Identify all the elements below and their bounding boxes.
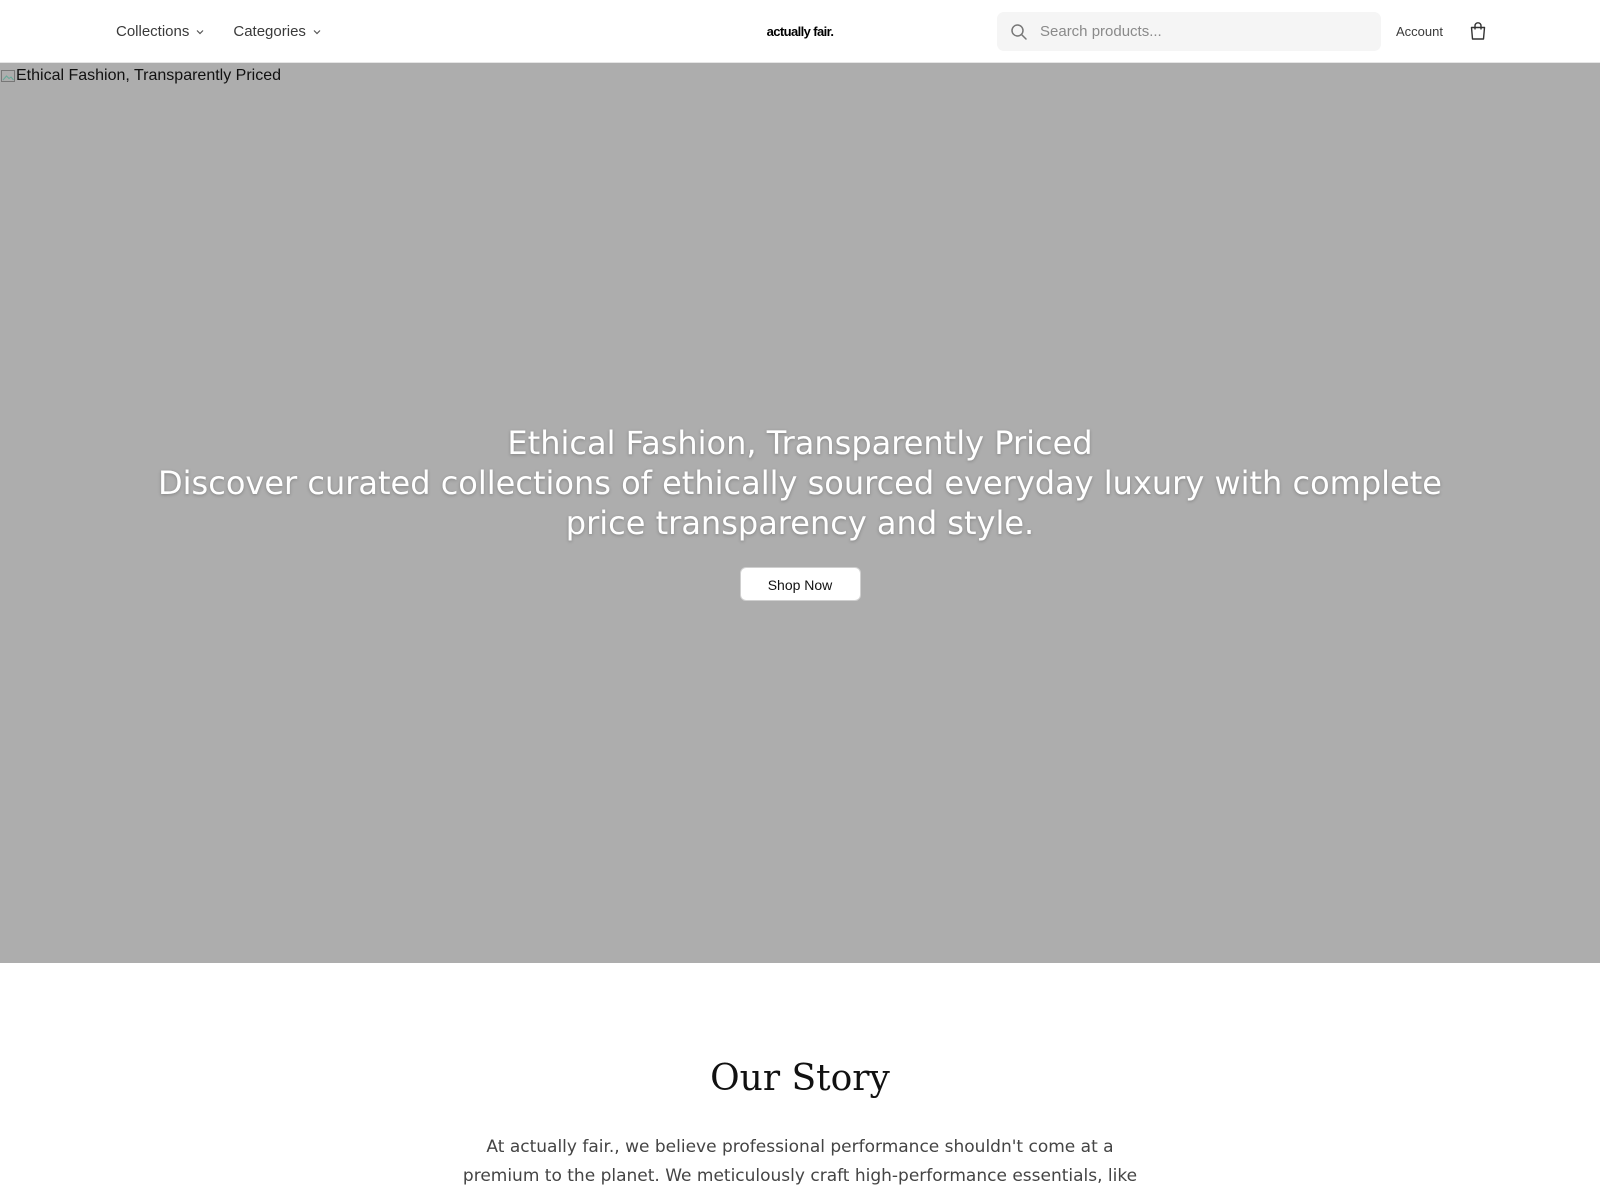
search-bar[interactable] — [997, 12, 1381, 51]
hero-image: Ethical Fashion, Transparently Priced — [0, 67, 281, 85]
chevron-down-icon — [196, 29, 204, 34]
site-logo[interactable]: actually fair. — [767, 24, 834, 39]
search-icon — [1011, 23, 1027, 40]
hero-title: Ethical Fashion, Transparently Priced — [507, 424, 1093, 462]
story-text: At actually fair., we believe profession… — [462, 1137, 1138, 1186]
hero-section: Ethical Fashion, Transparently Priced Et… — [0, 63, 1600, 963]
shopping-bag-icon[interactable] — [1468, 21, 1488, 41]
main-nav: Collections Categories — [116, 0, 322, 63]
broken-image-icon — [1, 70, 15, 82]
nav-collections-label: Collections — [116, 23, 190, 40]
hero-image-alt: Ethical Fashion, Transparently Priced — [16, 67, 282, 84]
shop-now-button[interactable]: Shop Now — [739, 567, 861, 601]
nav-categories-label: Categories — [233, 23, 306, 40]
hero-subtitle: Discover curated collections of ethicall… — [158, 464, 1442, 542]
nav-categories[interactable]: Categories — [233, 23, 322, 40]
account-link[interactable]: Account — [1396, 0, 1443, 63]
nav-collections[interactable]: Collections — [116, 23, 205, 40]
hero-content: Ethical Fashion, Transparently Priced Di… — [0, 423, 1600, 601]
chevron-down-icon — [313, 29, 321, 34]
search-input[interactable] — [1038, 22, 1358, 41]
story-title: Our Story — [710, 1058, 890, 1099]
site-header: Collections Categories actually fair. Ac… — [0, 0, 1600, 63]
our-story-section: Our Story At actually fair., we believe … — [0, 963, 1600, 1200]
